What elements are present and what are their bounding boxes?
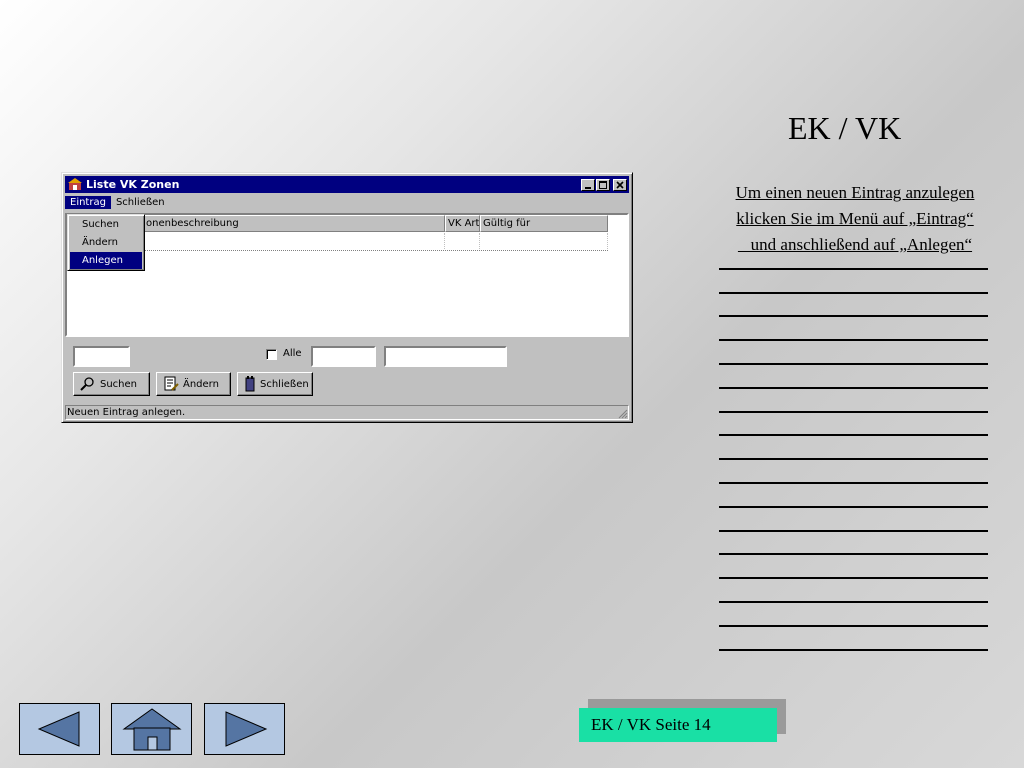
door-exit-icon [245, 376, 255, 392]
menu-schliessen[interactable]: Schließen [111, 196, 170, 209]
aendern-button[interactable]: Ändern [156, 372, 231, 396]
column-header-vk-art[interactable]: VK Art [445, 215, 480, 232]
menu-bar: Eintrag Schließen [65, 194, 629, 211]
app-icon [68, 178, 82, 190]
home-icon [121, 708, 182, 751]
resize-grip-icon[interactable] [618, 409, 628, 419]
next-button[interactable] [204, 703, 285, 755]
filter-input-3[interactable] [384, 346, 507, 367]
menu-item-anlegen[interactable]: Anlegen [70, 252, 142, 269]
filter-input-1[interactable] [73, 346, 130, 367]
menu-item-suchen[interactable]: Suchen [70, 216, 142, 233]
status-bar: Neuen Eintrag anlegen. [65, 405, 629, 420]
page-label: EK / VK Seite 14 [579, 708, 777, 742]
status-text: Neuen Eintrag anlegen. [67, 407, 186, 418]
menu-eintrag[interactable]: Eintrag [65, 196, 111, 209]
column-header-gueltig-fuer[interactable]: Gültig für [480, 215, 608, 232]
list-header: onenbeschreibung VK Art Gültig für [67, 215, 608, 232]
alle-label: Alle [283, 348, 302, 359]
liste-vk-zonen-window: Liste VK Zonen Eintrag Schließen onenbes… [61, 172, 633, 423]
instruction-line-1: Um einen neuen Eintrag anzulegen [735, 183, 975, 202]
search-icon [80, 377, 94, 391]
close-icon[interactable] [613, 178, 627, 191]
slide-title: EK / VK [788, 110, 902, 146]
instruction-line-2: klicken Sie im Menü auf „Eintrag“ [736, 209, 974, 228]
schliessen-button[interactable]: Schließen [237, 372, 313, 396]
note-lines [719, 246, 988, 651]
window-titlebar[interactable]: Liste VK Zonen [65, 176, 629, 193]
eintrag-dropdown-menu: Suchen Ändern Anlegen [67, 214, 145, 271]
maximize-icon[interactable] [596, 178, 610, 191]
filter-input-2[interactable] [311, 346, 376, 367]
home-button[interactable] [111, 703, 192, 755]
alle-checkbox[interactable] [266, 349, 277, 360]
suchen-button[interactable]: Suchen [73, 372, 150, 396]
right-arrow-icon [225, 711, 267, 747]
table-row[interactable] [67, 233, 608, 251]
window-title: Liste VK Zonen [86, 178, 180, 191]
zone-list[interactable]: onenbeschreibung VK Art Gültig für [65, 213, 629, 337]
menu-item-aendern[interactable]: Ändern [70, 234, 142, 251]
column-header-beschreibung[interactable]: onenbeschreibung [143, 215, 445, 232]
edit-document-icon [164, 376, 179, 391]
minimize-icon[interactable] [581, 178, 595, 191]
left-arrow-icon [37, 711, 79, 747]
prev-button[interactable] [19, 703, 100, 755]
